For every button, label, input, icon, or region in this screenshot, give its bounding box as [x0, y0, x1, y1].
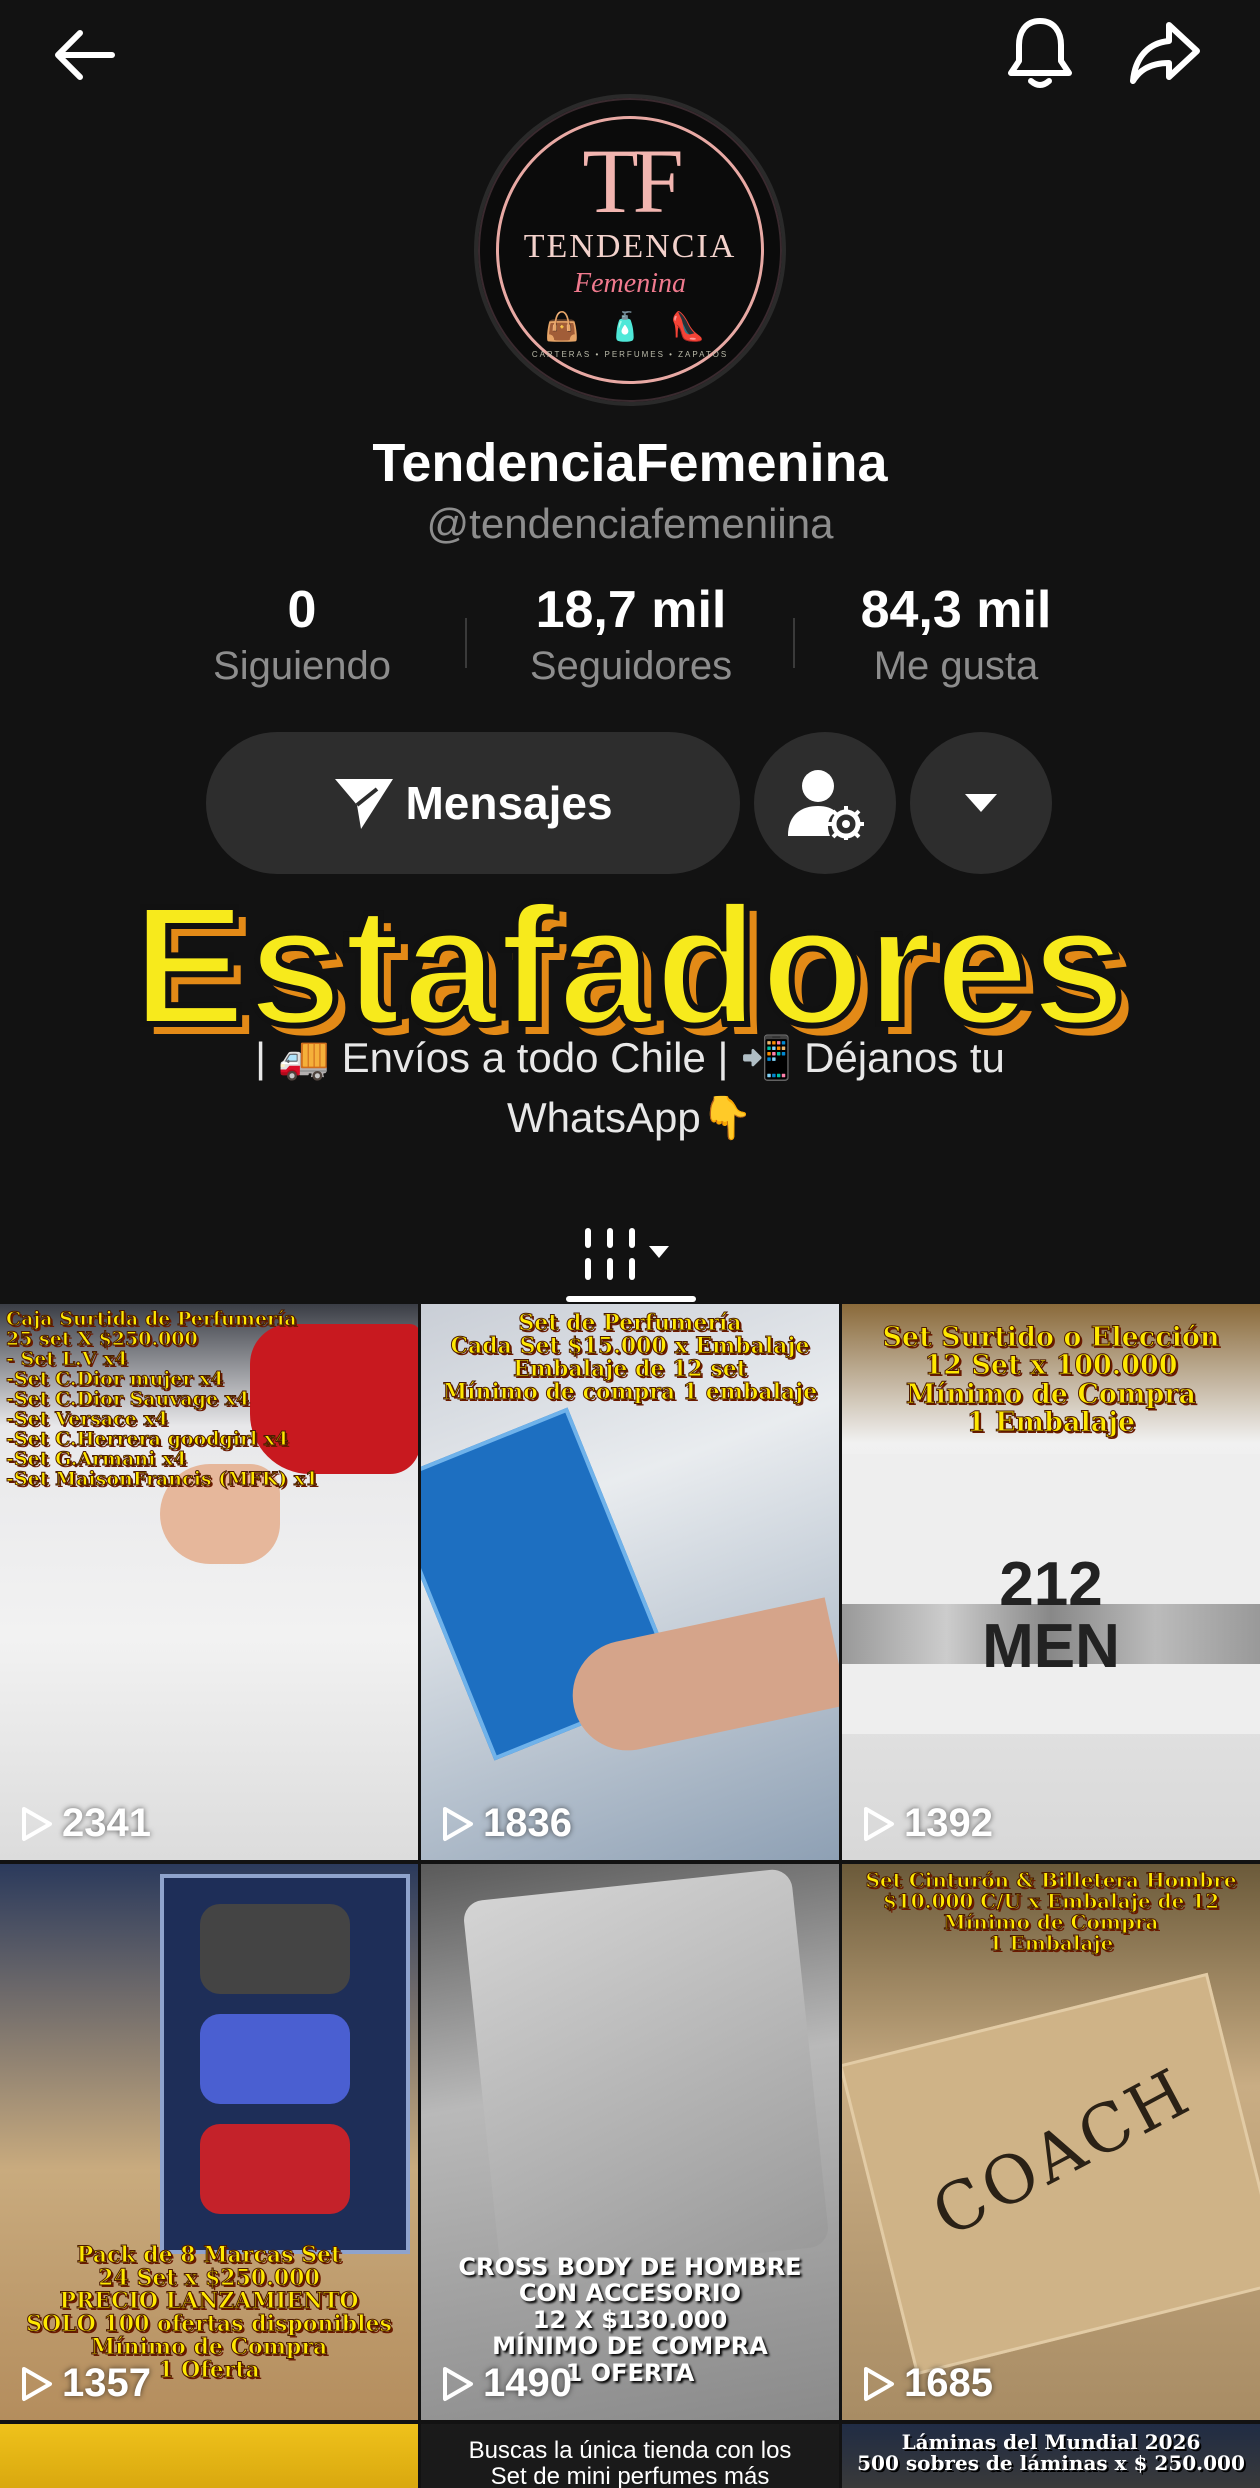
- video-caption: Caja Surtida de Perfumería 25 set X $250…: [6, 1308, 319, 1490]
- notifications-button[interactable]: [995, 8, 1085, 98]
- play-icon: [22, 2366, 52, 2401]
- share-arrow-icon: [1130, 22, 1200, 84]
- video-caption: Buscas la única tienda con los Set de mi…: [468, 2437, 792, 2488]
- stat-following[interactable]: 0 Siguiendo: [152, 580, 452, 689]
- video-tile[interactable]: Pack de 8 Marcas Set 24 Set x $250.000 P…: [0, 1864, 418, 2420]
- view-count-value: 1490: [483, 2361, 572, 2405]
- stat-value: 84,3 mil: [860, 581, 1052, 639]
- avatar[interactable]: TF TENDENCIA Femenina 👜 🧴 👠 CARTERAS • P…: [474, 94, 786, 406]
- view-count-value: 1392: [904, 1801, 993, 1845]
- stat-followers[interactable]: 18,7 mil Seguidores: [481, 580, 781, 689]
- bell-icon: [1008, 18, 1072, 88]
- view-count-value: 1836: [483, 1801, 572, 1845]
- video-tile[interactable]: CROSS BODY DE HOMBRE CON ACCESORIO 12 X …: [421, 1864, 839, 2420]
- stat-likes: 84,3 mil Me gusta: [806, 580, 1106, 689]
- video-caption: Set Cinturón & Billetera Hombre $10.000 …: [865, 1868, 1237, 1955]
- logo-monogram: TF: [582, 130, 683, 232]
- stat-value: 18,7 mil: [535, 581, 727, 639]
- back-button[interactable]: [40, 10, 130, 100]
- video-grid: Caja Surtida de Perfumería 25 set X $250…: [0, 1304, 1260, 2488]
- play-icon: [864, 1806, 894, 1841]
- user-settings-button[interactable]: [754, 732, 896, 874]
- logo-subname: Femenina: [574, 268, 686, 299]
- video-caption: Láminas del Mundial 2026 500 sobres de l…: [857, 2430, 1245, 2475]
- stat-label: Siguiendo: [213, 644, 391, 688]
- stat-divider: [793, 618, 795, 668]
- share-button[interactable]: [1120, 8, 1210, 98]
- logo-icons: 👜 🧴 👠: [544, 311, 716, 342]
- messages-button[interactable]: Mensajes: [206, 732, 740, 874]
- view-count-value: 1685: [904, 2361, 993, 2405]
- play-icon: [443, 1806, 473, 1841]
- profile-stats: 0 Siguiendo 18,7 mil Seguidores 84,3 mil…: [0, 580, 1260, 700]
- view-count-value: 1357: [62, 2361, 151, 2405]
- product-bottle: [200, 1904, 350, 1994]
- product-bottle: [200, 2124, 350, 2214]
- play-icon: [22, 1806, 52, 1841]
- video-tile[interactable]: 212 MEN Set Surtido o Elección 12 Set x …: [842, 1304, 1260, 1860]
- video-tile[interactable]: [0, 2424, 418, 2488]
- display-name: TendenciaFemenina: [372, 433, 888, 493]
- logo-tagline: CARTERAS • PERFUMES • ZAPATOS: [531, 350, 729, 359]
- view-count: 1490: [441, 2361, 572, 2406]
- user-gear-icon: [788, 770, 864, 840]
- bio-line: WhatsApp👇: [506, 1094, 754, 1141]
- arrow-left-icon: [55, 30, 115, 80]
- stat-value: 0: [287, 581, 317, 639]
- more-options-button[interactable]: [910, 732, 1052, 874]
- play-icon: [864, 2366, 894, 2401]
- profile-handle: @tendenciafemeniina: [426, 500, 834, 547]
- logo-name: TENDENCIA: [523, 228, 737, 265]
- video-tile[interactable]: Láminas del Mundial 2026 500 sobres de l…: [842, 2424, 1260, 2488]
- view-count: 1392: [862, 1801, 993, 1846]
- view-count-value: 2341: [62, 1801, 151, 1845]
- view-count: 1836: [441, 1801, 572, 1846]
- view-count: 2341: [20, 1801, 151, 1846]
- video-tile[interactable]: Buscas la única tienda con los Set de mi…: [421, 2424, 839, 2488]
- product-bag: [462, 1867, 830, 2281]
- stat-label: Me gusta: [873, 644, 1039, 688]
- video-tile[interactable]: Set de Perfumería Cada Set $15.000 x Emb…: [421, 1304, 839, 1860]
- caret-down-icon: [965, 794, 997, 812]
- video-tile[interactable]: Caja Surtida de Perfumería 25 set X $250…: [0, 1304, 418, 1860]
- video-caption: Set Surtido o Elección 12 Set x 100.000 …: [882, 1322, 1220, 1439]
- tab-active-indicator: [566, 1296, 696, 1302]
- grid-tab-icon: [585, 1228, 669, 1280]
- product-label: 212 MEN: [982, 1550, 1120, 1681]
- video-tile[interactable]: COACH Set Cinturón & Billetera Hombre $1…: [842, 1864, 1260, 2420]
- product-bottle: [200, 2014, 350, 2104]
- play-icon: [443, 2366, 473, 2401]
- overlay-caption: Estafadores: [129, 868, 1128, 1064]
- stat-label: Seguidores: [529, 644, 733, 688]
- stat-divider: [465, 618, 467, 668]
- send-icon: [335, 779, 394, 829]
- view-count: 1357: [20, 2361, 151, 2406]
- view-count: 1685: [862, 2361, 993, 2406]
- messages-button-label: Mensajes: [405, 777, 613, 829]
- tab-videos[interactable]: [566, 1208, 696, 1300]
- video-caption: Set de Perfumería Cada Set $15.000 x Emb…: [442, 1310, 818, 1406]
